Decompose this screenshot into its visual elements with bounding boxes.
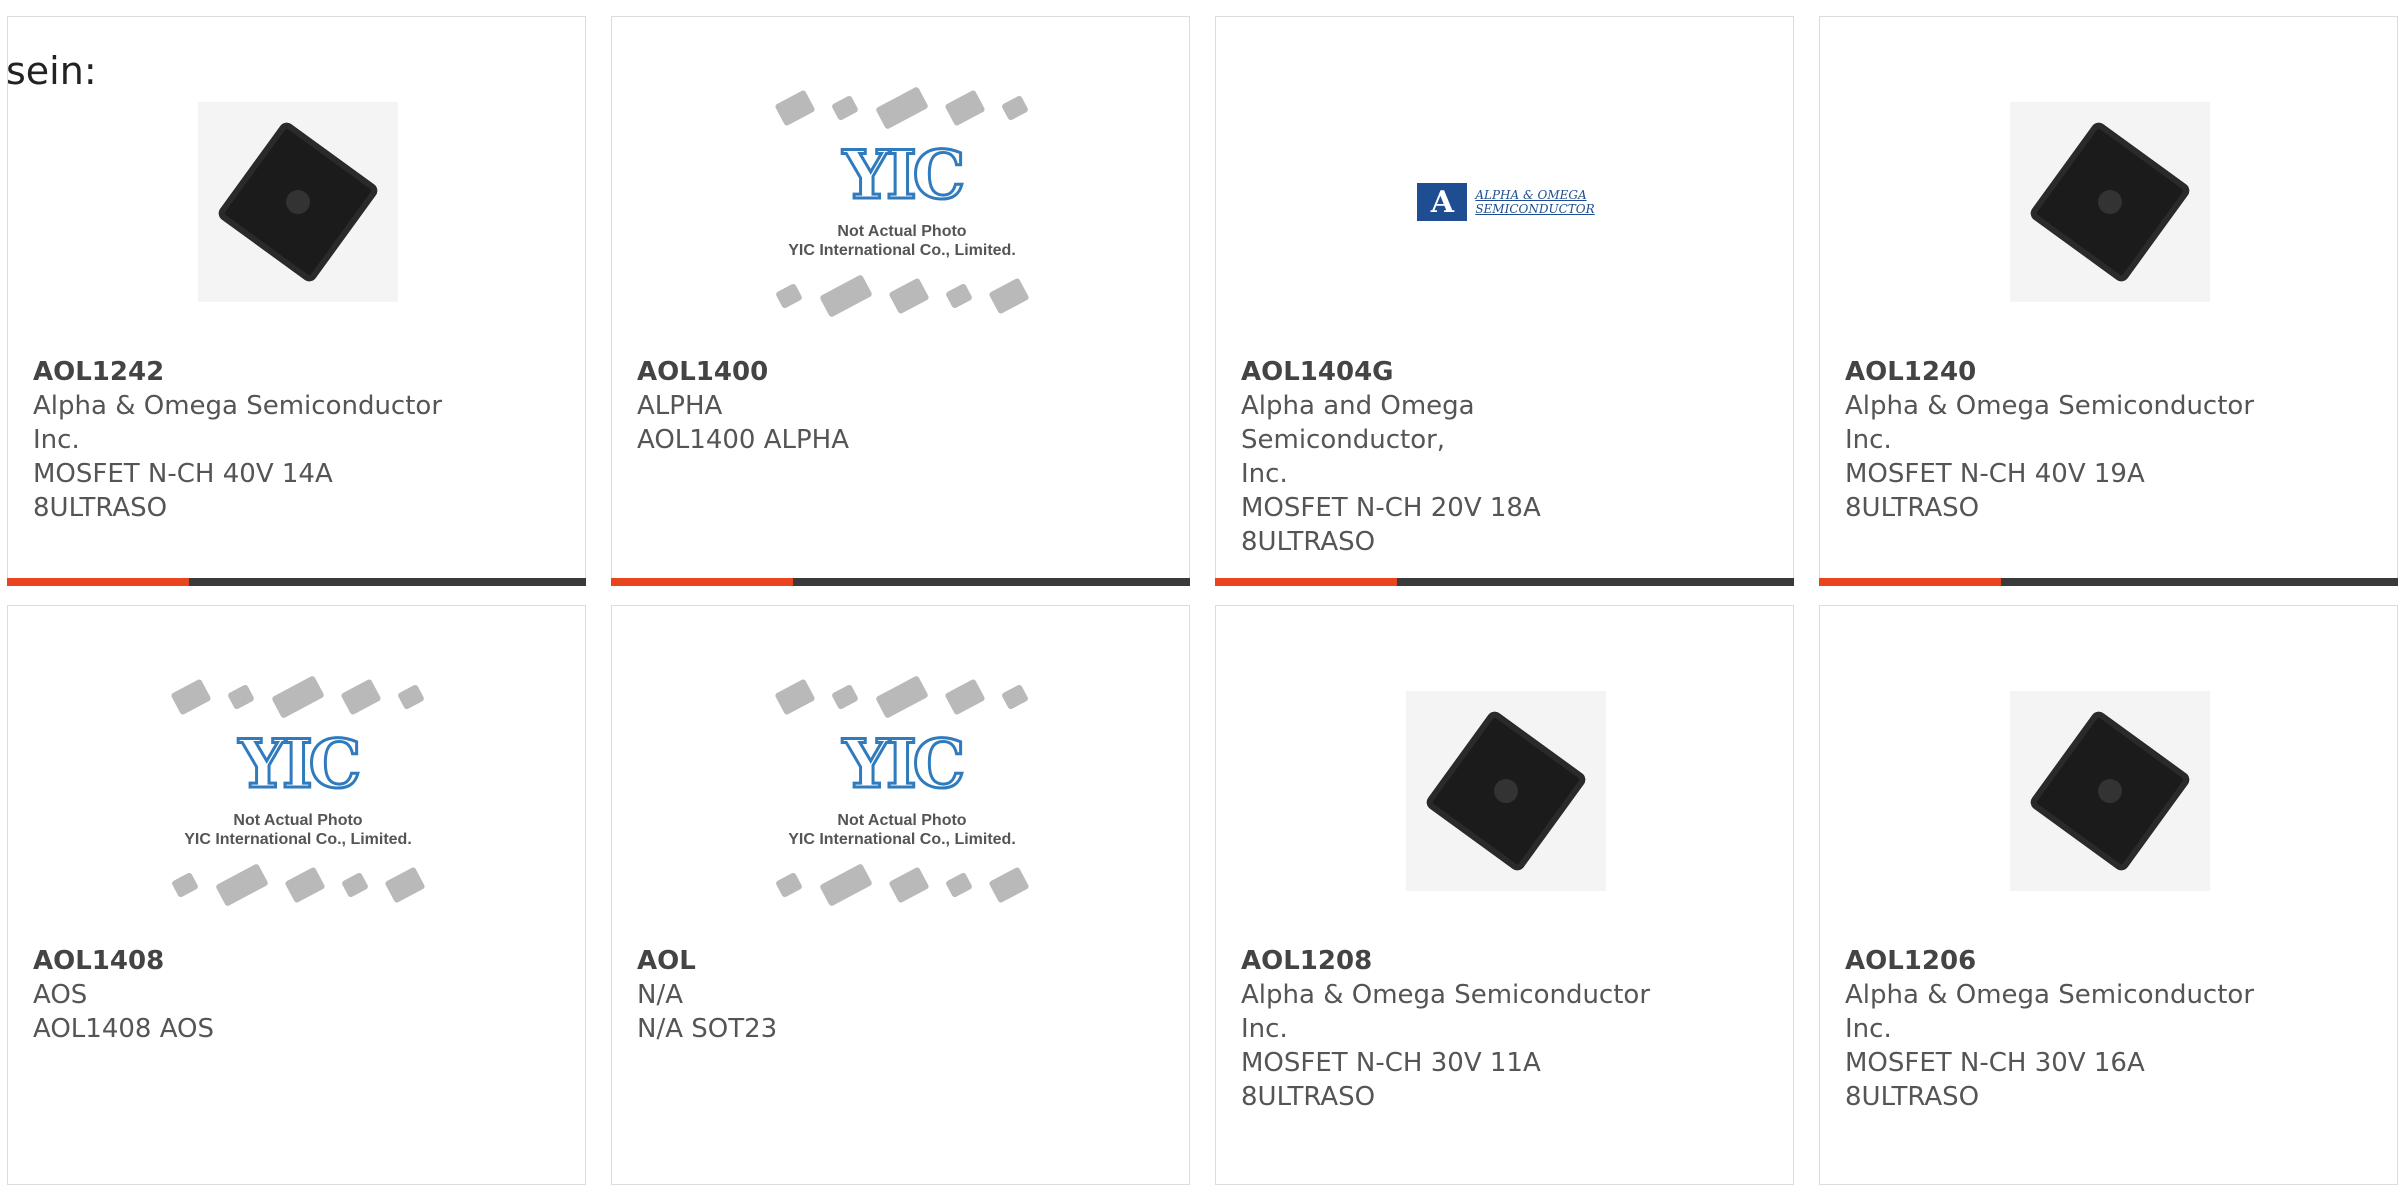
package: 8ULTRASO (1845, 1082, 1980, 1112)
description: MOSFET N-CH 30V 11A (1241, 1048, 1541, 1078)
description: MOSFET N-CH 20V 18A (1241, 493, 1541, 523)
description: N/A SOT23 (637, 1014, 778, 1044)
manufacturer: Alpha & Omega Semiconductor (1845, 980, 2255, 1010)
package: 8ULTRASO (1241, 1082, 1376, 1112)
product-image[interactable]: A ALPHA & OMEGA SEMICONDUCTOR (1296, 67, 1716, 337)
product-card[interactable]: YIC Not Actual Photo YIC International C… (611, 605, 1190, 1185)
card-underline (7, 578, 586, 586)
placeholder-caption-company: YIC International Co., Limited. (788, 831, 1016, 848)
description: AOL1400 ALPHA (637, 425, 849, 455)
manufacturer: ALPHA (637, 391, 723, 421)
chip-photo (2010, 102, 2210, 302)
card-underline (1819, 578, 2398, 586)
description: MOSFET N-CH 40V 14A (33, 459, 333, 489)
alpha-omega-logo-icon: A (1417, 183, 1468, 221)
part-number-link[interactable]: AOL1206 (1845, 944, 2265, 978)
product-card[interactable]: AOL1242 Alpha & Omega Semiconductor Inc.… (7, 16, 586, 586)
part-number-link[interactable]: AOL1408 (33, 944, 453, 978)
manufacturer: N/A (637, 980, 683, 1010)
placeholder-caption-company: YIC International Co., Limited. (184, 831, 412, 848)
brand-logo-subtext: SEMICONDUCTOR (1475, 202, 1595, 216)
product-info: AOL1208 Alpha & Omega Semiconductor Inc.… (1241, 944, 1661, 1114)
part-number-link[interactable]: AOL1404G (1241, 355, 1661, 389)
placeholder-image: YIC Not Actual Photo YIC International C… (163, 671, 433, 911)
yic-logo: YIC (841, 136, 967, 214)
product-info: AOL1242 Alpha & Omega Semiconductor Inc.… (33, 355, 453, 525)
brand-logo: A ALPHA & OMEGA SEMICONDUCTOR (1417, 183, 1595, 221)
placeholder-caption: Not Actual Photo (837, 223, 967, 240)
part-number-link[interactable]: AOL1240 (1845, 355, 2265, 389)
description: MOSFET N-CH 30V 16A (1845, 1048, 2145, 1078)
placeholder-caption: Not Actual Photo (837, 812, 967, 829)
product-image[interactable] (1296, 656, 1716, 926)
placeholder-caption-company: YIC International Co., Limited. (788, 242, 1016, 259)
intro-text: sein: (6, 49, 97, 93)
manufacturer-cont: Inc. (33, 425, 80, 455)
brand-logo-text: ALPHA & OMEGA (1475, 188, 1587, 202)
product-info: AOL1400 ALPHA AOL1400 ALPHA (637, 355, 1057, 457)
product-card[interactable]: YIC Not Actual Photo YIC International C… (7, 605, 586, 1185)
chip-photo (1406, 691, 1606, 891)
part-number-link[interactable]: AOL (637, 944, 1057, 978)
description: MOSFET N-CH 40V 19A (1845, 459, 2145, 489)
manufacturer-cont: Inc. (1241, 459, 1288, 489)
manufacturer: Alpha and Omega Semiconductor, (1241, 391, 1475, 455)
product-info: AOL1404G Alpha and Omega Semiconductor, … (1241, 355, 1661, 559)
placeholder-caption: Not Actual Photo (233, 812, 363, 829)
product-image[interactable]: YIC Not Actual Photo YIC International C… (692, 67, 1112, 337)
package: 8ULTRASO (33, 493, 168, 523)
placeholder-image: YIC Not Actual Photo YIC International C… (767, 82, 1037, 322)
part-number-link[interactable]: AOL1242 (33, 355, 453, 389)
product-card[interactable]: YIC Not Actual Photo YIC International C… (611, 16, 1190, 586)
manufacturer: AOS (33, 980, 88, 1010)
card-underline (611, 578, 1190, 586)
product-info: AOL N/A N/A SOT23 (637, 944, 1057, 1046)
product-card[interactable]: AOL1206 Alpha & Omega Semiconductor Inc.… (1819, 605, 2398, 1185)
manufacturer: Alpha & Omega Semiconductor (1241, 980, 1651, 1010)
product-info: AOL1206 Alpha & Omega Semiconductor Inc.… (1845, 944, 2265, 1114)
part-number-link[interactable]: AOL1208 (1241, 944, 1661, 978)
package: 8ULTRASO (1845, 493, 1980, 523)
product-image[interactable]: YIC Not Actual Photo YIC International C… (88, 656, 508, 926)
placeholder-image: YIC Not Actual Photo YIC International C… (767, 671, 1037, 911)
yic-logo: YIC (237, 725, 363, 803)
description: AOL1408 AOS (33, 1014, 215, 1044)
product-info: AOL1408 AOS AOL1408 AOS (33, 944, 453, 1046)
product-card[interactable]: AOL1240 Alpha & Omega Semiconductor Inc.… (1819, 16, 2398, 586)
manufacturer: Alpha & Omega Semiconductor (33, 391, 443, 421)
product-image[interactable]: YIC Not Actual Photo YIC International C… (692, 656, 1112, 926)
yic-logo: YIC (841, 725, 967, 803)
product-card[interactable]: A ALPHA & OMEGA SEMICONDUCTOR AOL1404G A… (1215, 16, 1794, 586)
manufacturer: Alpha & Omega Semiconductor (1845, 391, 2255, 421)
product-card[interactable]: AOL1208 Alpha & Omega Semiconductor Inc.… (1215, 605, 1794, 1185)
chip-photo (2010, 691, 2210, 891)
manufacturer-cont: Inc. (1845, 1014, 1892, 1044)
product-image[interactable] (88, 67, 508, 337)
product-image[interactable] (1900, 656, 2320, 926)
manufacturer-cont: Inc. (1845, 425, 1892, 455)
card-underline (1215, 578, 1794, 586)
package: 8ULTRASO (1241, 527, 1376, 557)
product-image[interactable] (1900, 67, 2320, 337)
product-info: AOL1240 Alpha & Omega Semiconductor Inc.… (1845, 355, 2265, 525)
manufacturer-cont: Inc. (1241, 1014, 1288, 1044)
product-grid: AOL1242 Alpha & Omega Semiconductor Inc.… (0, 0, 2400, 1185)
part-number-link[interactable]: AOL1400 (637, 355, 1057, 389)
chip-photo (198, 102, 398, 302)
